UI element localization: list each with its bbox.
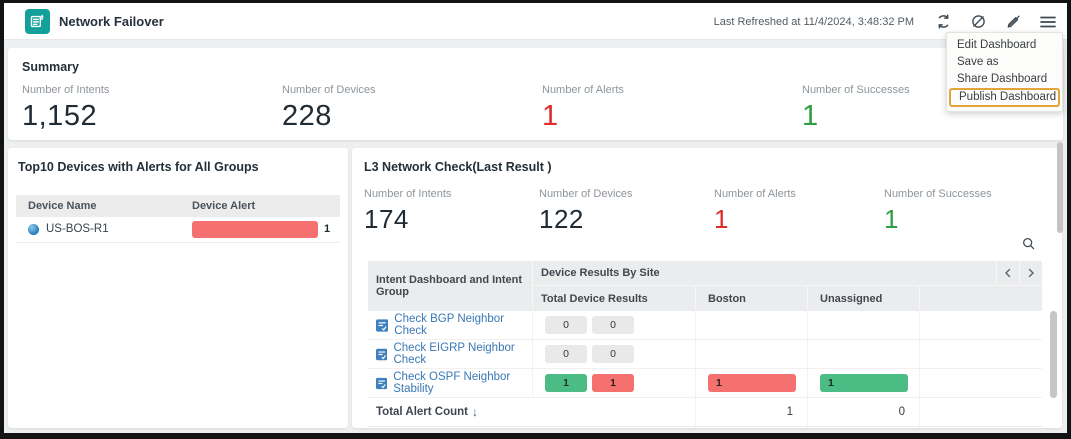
table-row-bgp: Check BGP Neighbor Check 0 0 <box>368 311 1042 340</box>
device-icon <box>28 224 39 235</box>
intent-link-eigrp[interactable]: Check EIGRP Neighbor Check <box>393 342 532 366</box>
brand: Network Failover <box>25 3 164 40</box>
cell-empty <box>920 369 1042 397</box>
sort-desc-icon[interactable]: ↓ <box>472 405 478 419</box>
stat-number-of-intents: Number of Intents 174 <box>364 188 452 234</box>
menu-item-edit-dashboard[interactable]: Edit Dashboard <box>947 37 1062 54</box>
result-pill: 0 <box>545 316 587 334</box>
l3-panel-title: L3 Network Check(Last Result ) <box>364 160 552 174</box>
column-device-alert: Device Alert <box>192 200 256 212</box>
device-alert-bar[interactable] <box>192 221 318 238</box>
stat-number-of-alerts: Number of Alerts 1 <box>542 84 624 132</box>
site-columns-row: Total Device Results Boston Unassigned <box>533 286 1042 311</box>
unassigned-success-bar[interactable]: 1 <box>820 374 908 392</box>
summary-card: Summary Number of Intents 1,152 Number o… <box>8 48 1063 140</box>
page-scrollbar[interactable] <box>1057 142 1063 233</box>
chevron-right-icon[interactable] <box>1019 260 1042 286</box>
stat-number-of-successes: Number of Successes 1 <box>802 84 910 132</box>
intent-icon <box>376 318 389 332</box>
column-empty <box>920 286 1042 311</box>
footer-boston-total: 1 <box>696 398 808 426</box>
table-footer-row: Total Alert Count ↓ 1 0 <box>368 398 1042 427</box>
top-devices-table-header: Device Name Device Alert <box>16 195 340 217</box>
cell-boston: 1 <box>696 369 808 397</box>
l3-network-check-panel: L3 Network Check(Last Result ) Number of… <box>352 148 1062 428</box>
intent-icon <box>376 348 388 360</box>
column-unassigned: Unassigned <box>808 286 920 311</box>
menu-icon[interactable] <box>1039 13 1057 31</box>
chevron-left-icon[interactable] <box>996 260 1019 286</box>
menu-item-save-as[interactable]: Save as <box>947 54 1062 71</box>
footer-unassigned-total: 0 <box>808 398 920 426</box>
table-scrollbar[interactable] <box>1050 311 1057 398</box>
result-pill: 0 <box>592 316 634 334</box>
dashboard-logo-icon <box>25 9 50 34</box>
cell-boston <box>696 340 808 368</box>
cell-unassigned <box>808 340 920 368</box>
top-devices-title: Top10 Devices with Alerts for All Groups <box>18 160 259 174</box>
alert-pill: 1 <box>592 374 634 392</box>
intent-icon <box>376 377 388 389</box>
hide-widgets-icon[interactable] <box>969 13 987 31</box>
table-row-eigrp: Check EIGRP Neighbor Check 0 0 <box>368 340 1042 369</box>
top-devices-panel: Top10 Devices with Alerts for All Groups… <box>8 148 348 428</box>
device-name: US-BOS-R1 <box>46 223 109 235</box>
stat-number-of-intents: Number of Intents 1,152 <box>22 84 110 132</box>
cell-unassigned <box>808 311 920 339</box>
stat-number-of-devices: Number of Devices 122 <box>539 188 633 234</box>
table-row[interactable]: US-BOS-R1 1 <box>16 217 340 243</box>
column-boston: Boston <box>696 286 808 311</box>
dashboard-actions-menu: Edit Dashboard Save as Share Dashboard P… <box>946 32 1063 112</box>
stat-number-of-devices: Number of Devices 228 <box>282 84 376 132</box>
menu-item-share-dashboard[interactable]: Share Dashboard <box>947 71 1062 88</box>
summary-title: Summary <box>22 60 79 74</box>
cell-empty <box>920 398 1042 426</box>
table-header: Intent Dashboard and Intent Group Device… <box>368 260 1042 311</box>
summary-stats: Number of Intents 1,152 Number of Device… <box>22 84 910 133</box>
success-pill: 1 <box>545 374 587 392</box>
menu-item-publish-dashboard[interactable]: Publish Dashboard <box>949 88 1060 107</box>
stat-number-of-successes: Number of Successes 1 <box>884 188 992 234</box>
column-intent-group: Intent Dashboard and Intent Group <box>368 261 533 311</box>
cell-boston <box>696 311 808 339</box>
page-title: Network Failover <box>59 14 164 29</box>
boston-alert-bar[interactable]: 1 <box>708 374 796 392</box>
stat-number-of-alerts: Number of Alerts 1 <box>714 188 796 234</box>
group-header-row: Device Results By Site <box>533 260 1042 286</box>
dashboard-screen: Network Failover Last Refreshed at 11/4/… <box>4 3 1067 433</box>
last-refreshed-text: Last Refreshed at 11/4/2024, 3:48:32 PM <box>713 15 914 28</box>
column-total-device-results: Total Device Results <box>533 286 696 311</box>
intent-link-ospf[interactable]: Check OSPF Neighbor Stability <box>393 371 532 395</box>
l3-results-table: Intent Dashboard and Intent Group Device… <box>368 260 1042 427</box>
annotation-off-icon[interactable] <box>1004 13 1022 31</box>
group-header-device-results-by-site: Device Results By Site <box>541 267 660 279</box>
result-pill: 0 <box>545 345 587 363</box>
device-alert-count: 1 <box>324 223 331 235</box>
result-pill: 0 <box>592 345 634 363</box>
total-alert-count-label: Total Alert Count <box>376 406 468 418</box>
intent-link-bgp[interactable]: Check BGP Neighbor Check <box>394 313 532 337</box>
refresh-icon[interactable] <box>934 13 952 31</box>
cell-empty <box>920 340 1042 368</box>
cell-empty <box>920 311 1042 339</box>
top-bar: Network Failover Last Refreshed at 11/4/… <box>4 3 1067 40</box>
cell-unassigned: 1 <box>808 369 920 397</box>
search-icon[interactable] <box>1021 236 1036 256</box>
column-device-name: Device Name <box>28 200 97 212</box>
l3-stats: Number of Intents 174 Number of Devices … <box>364 188 992 235</box>
table-row-ospf: Check OSPF Neighbor Stability 1 1 1 1 <box>368 369 1042 398</box>
